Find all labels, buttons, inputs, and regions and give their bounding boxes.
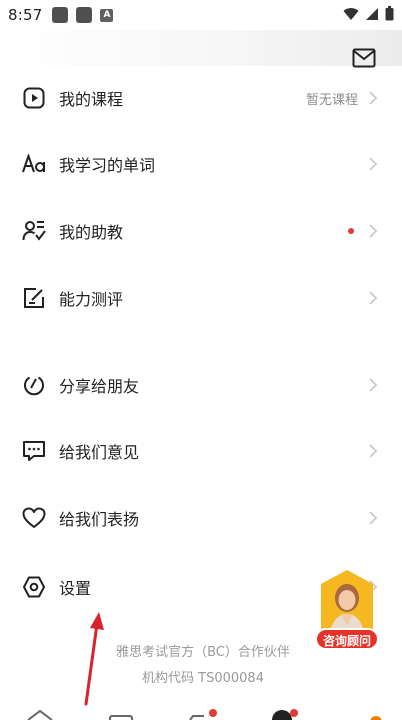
menu-item-my-words[interactable]: 我学习的单词 <box>0 131 402 197</box>
menu-item-trailing: 暂无课程 <box>306 89 378 108</box>
menu-item-label: 能力测评 <box>59 290 124 309</box>
bottom-nav-bar[interactable] <box>0 706 402 720</box>
status-indicators <box>343 6 394 21</box>
menu-item-my-assistant[interactable]: 我的助教 <box>0 198 402 264</box>
menu-item-label: 给我们表扬 <box>59 510 140 529</box>
menu-item-trailing <box>368 291 378 305</box>
notification-icon <box>76 7 93 23</box>
assistant-icon <box>22 219 46 243</box>
study-icon <box>189 715 204 720</box>
chevron-right-icon <box>369 91 378 105</box>
chevron-right-icon <box>369 378 378 392</box>
edit-box-icon <box>22 286 46 310</box>
chevron-right-icon <box>369 291 378 305</box>
menu-item-share[interactable]: 分享给朋友 <box>0 352 402 418</box>
header-background <box>0 30 402 66</box>
share-icon <box>22 373 46 397</box>
menu-item-trailing <box>368 157 378 171</box>
chevron-right-icon <box>369 511 378 525</box>
profile-tab-dot <box>370 716 382 720</box>
center-avatar-icon <box>272 710 292 720</box>
menu-item-label: 我的课程 <box>59 90 124 109</box>
notification-icon <box>52 7 69 23</box>
menu-item-label: 给我们意见 <box>59 443 140 462</box>
aa-font-icon <box>22 152 46 176</box>
menu-item-trailing <box>348 224 378 238</box>
unread-dot <box>348 228 354 234</box>
menu-item-ability-test[interactable]: 能力测评 <box>0 265 402 331</box>
course-icon <box>109 715 133 720</box>
menu-item-feedback[interactable]: 给我们意见 <box>0 418 402 484</box>
home-icon <box>27 709 53 720</box>
menu-item-hint: 暂无课程 <box>305 92 358 108</box>
menu-item-label: 分享给朋友 <box>59 377 140 396</box>
consult-advisor-button[interactable]: 咨询顾问 <box>313 568 381 652</box>
consult-label: 咨询顾问 <box>315 628 379 650</box>
notification-badge-icon: A <box>100 8 114 22</box>
profile-screen: 8:57 A 我的课程 暂无课程 我学习的单词 我的助教 能力测评 分享给朋友 … <box>0 0 402 720</box>
play-icon <box>22 86 46 110</box>
menu-item-trailing <box>368 444 378 458</box>
nav-badge-dot <box>290 709 298 717</box>
menu-item-praise[interactable]: 给我们表扬 <box>0 485 402 551</box>
nav-badge-dot <box>209 709 217 717</box>
menu-item-label: 我的助教 <box>59 223 124 242</box>
signal-icon <box>366 7 378 20</box>
heart-icon <box>22 506 46 530</box>
status-time: 8:57 <box>8 6 43 24</box>
wifi-icon <box>343 7 359 20</box>
annotation-arrow-icon <box>84 612 104 706</box>
status-bar: 8:57 A <box>0 0 402 30</box>
institution-code-text: 机构代码 TS000084 <box>142 671 264 686</box>
chevron-right-icon <box>369 224 378 238</box>
chat-bubble-icon <box>22 439 46 463</box>
menu-item-label: 我学习的单词 <box>59 156 156 175</box>
settings-hex-icon <box>22 575 46 599</box>
chevron-right-icon <box>369 444 378 458</box>
menu-item-label: 设置 <box>59 579 92 598</box>
chevron-right-icon <box>369 157 378 171</box>
menu-item-trailing <box>368 378 378 392</box>
menu-item-trailing <box>368 511 378 525</box>
battery-icon <box>385 6 394 21</box>
menu-item-my-courses[interactable]: 我的课程 暂无课程 <box>0 65 402 131</box>
